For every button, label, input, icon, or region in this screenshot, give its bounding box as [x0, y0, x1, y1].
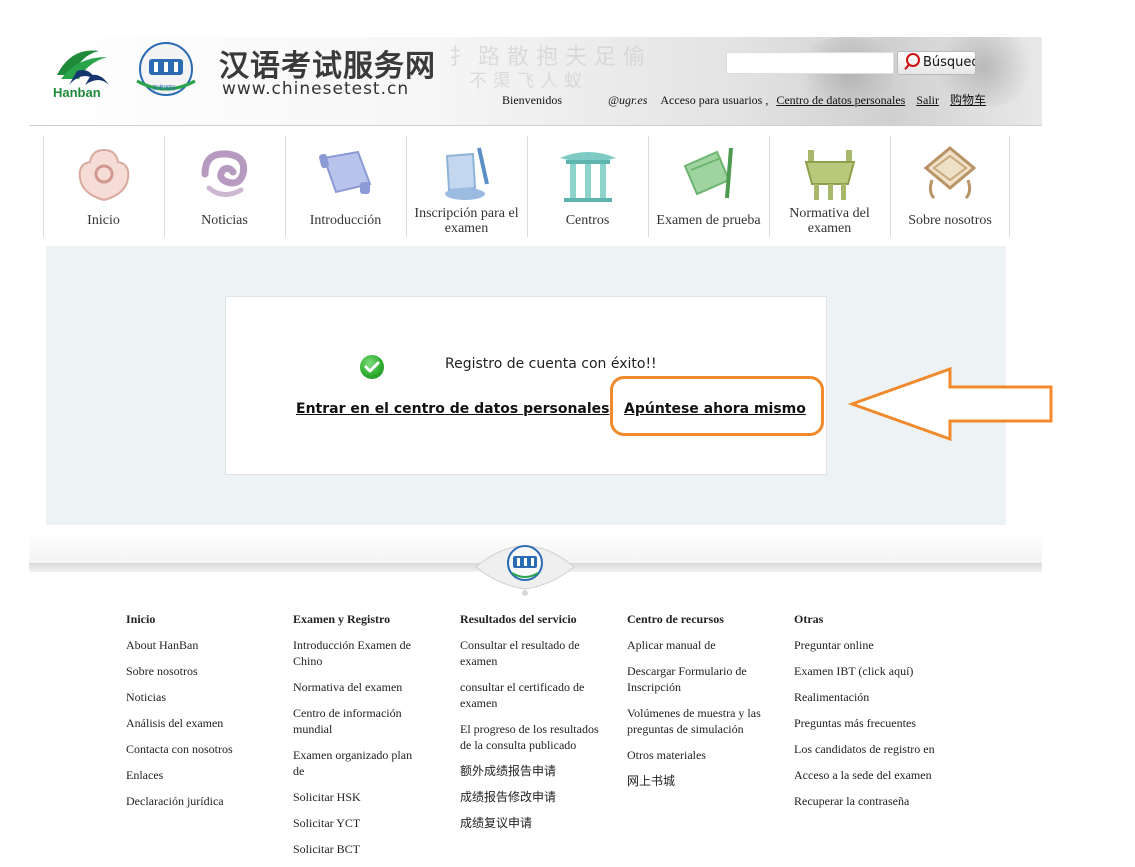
footer-link[interactable]: 成绩报告修改申请: [460, 789, 600, 805]
footer-link[interactable]: Declaración jurídica: [126, 793, 276, 809]
footer-link[interactable]: Análisis del examen: [126, 715, 276, 731]
success-message: Registro de cuenta con éxito!!: [445, 356, 657, 372]
user-bar: Bienvenidos @ugr.es Acceso para usuarios …: [502, 91, 986, 108]
footer-link[interactable]: Realimentación: [794, 689, 954, 705]
calligraphy-decoration-2: 不 渠 飞 人 蚁: [469, 71, 582, 92]
search-button-label: Búsqued: [923, 55, 976, 70]
footer-link[interactable]: consultar el certificado de examen: [460, 679, 600, 711]
footer-link[interactable]: Normativa del examen: [293, 679, 418, 695]
enter-personal-center-link[interactable]: Entrar en el centro de datos personales: [296, 401, 610, 417]
check-icon: [360, 355, 384, 379]
nav-label: Centros: [565, 213, 610, 228]
highlight-outline: [610, 376, 824, 436]
user-access-text: Acceso para usuarios ,: [660, 93, 769, 107]
footer-column-examen: Examen y Registro Introducción Examen de…: [293, 611, 418, 867]
footer-link[interactable]: Contacta con nosotros: [126, 741, 276, 757]
footer-link[interactable]: Sobre nosotros: [126, 663, 276, 679]
nav-item-inscripcion[interactable]: Inscripción para el examen: [406, 136, 526, 237]
nav-label: Inscripción para el examen: [414, 206, 519, 236]
footer-link[interactable]: 网上书城: [627, 773, 767, 789]
footer-link[interactable]: Consultar el resultado de examen: [460, 637, 600, 669]
nav-label: Noticias: [201, 213, 248, 228]
footer-link[interactable]: About HanBan: [126, 637, 276, 653]
footer-heading: Inicio: [126, 612, 156, 626]
bamboo-scroll-icon: [683, 147, 733, 199]
nav-item-introduccion[interactable]: Introducción: [285, 136, 405, 237]
chinese-testing-logo[interactable]: 汉考国际: [129, 41, 203, 101]
user-email: @ugr.es: [608, 93, 648, 107]
site-header: 扌 路 散 抱 夫 足 偷 不 渠 飞 人 蚁 Hanban 汉考国际 汉语考试…: [29, 37, 1042, 126]
footer-link[interactable]: Solicitar BCT: [293, 841, 418, 857]
footer-heading: Resultados del servicio: [460, 612, 577, 626]
footer-column-otras: Otras Preguntar online Examen IBT (click…: [794, 611, 954, 819]
logo-caption: 汉考国际: [152, 84, 176, 92]
footer-heading: Examen y Registro: [293, 612, 391, 626]
main-nav: Inicio Noticias Introducción Inscripción…: [43, 136, 1010, 237]
footer-link[interactable]: El progreso de los resultados de la cons…: [460, 721, 600, 753]
footer-link[interactable]: Aplicar manual de: [627, 637, 767, 653]
footer-link[interactable]: Solicitar YCT: [293, 815, 418, 831]
nav-item-inicio[interactable]: Inicio: [43, 136, 163, 237]
footer-link[interactable]: Solicitar HSK: [293, 789, 418, 805]
footer-column-resultados: Resultados del servicio Consultar el res…: [460, 611, 600, 841]
scroll-icon: [318, 150, 371, 194]
hanban-logo[interactable]: Hanban: [51, 45, 121, 101]
nav-label: Normativa del examen: [789, 206, 870, 236]
footer-link[interactable]: Volúmenes de muestra y las preguntas de …: [627, 705, 767, 737]
nav-item-normativa[interactable]: Normativa del examen: [769, 136, 889, 237]
footer-link[interactable]: Examen organizado plan de: [293, 747, 418, 779]
footer-link[interactable]: Los candidatos de registro en: [794, 741, 954, 757]
nav-label: Sobre nosotros: [908, 213, 992, 228]
footer-link[interactable]: Recuperar la contraseña: [794, 793, 954, 809]
welcome-text: Bienvenidos: [502, 93, 562, 107]
nav-item-examen-prueba[interactable]: Examen de prueba: [648, 136, 768, 237]
site-url: www.chinesetest.cn: [222, 79, 410, 99]
search-button[interactable]: Búsqued: [897, 51, 976, 75]
logout-link[interactable]: Salir: [916, 93, 939, 107]
nav-label: Introducción: [309, 213, 382, 228]
arrow-annotation: [848, 366, 1053, 442]
nav-item-noticias[interactable]: Noticias: [164, 136, 284, 237]
footer-link[interactable]: Enlaces: [126, 767, 276, 783]
footer-link[interactable]: Preguntar online: [794, 637, 954, 653]
brush-scroll-icon: [444, 147, 489, 200]
footer-heading: Centro de recursos: [627, 612, 724, 626]
footer-fan-logo: [475, 545, 575, 596]
footer-link[interactable]: Descargar Formulario de Inscripción: [627, 663, 767, 695]
footer-link[interactable]: Examen IBT (click aquí): [794, 663, 954, 679]
footer-column-recursos: Centro de recursos Aplicar manual de Des…: [627, 611, 767, 799]
footer-column-inicio: Inicio About HanBan Sobre nosotros Notic…: [126, 611, 276, 819]
pavilion-icon: [559, 152, 616, 202]
cloud-swirl-icon: [201, 150, 247, 197]
cart-link[interactable]: 购物车: [950, 93, 986, 107]
footer-link[interactable]: Preguntas más frecuentes: [794, 715, 954, 731]
nav-item-sobre-nosotros[interactable]: Sobre nosotros: [890, 136, 1010, 237]
footer-link[interactable]: Introducción Examen de Chino: [293, 637, 418, 669]
hanban-logo-text: Hanban: [53, 85, 101, 100]
footer-link[interactable]: Noticias: [126, 689, 276, 705]
footer-heading: Otras: [794, 612, 824, 626]
footer-link[interactable]: Otros materiales: [627, 747, 767, 763]
bronze-vessel-icon: [804, 150, 855, 200]
footer-link[interactable]: Acceso a la sede del examen: [794, 767, 954, 783]
footer-link[interactable]: 成绩复议申请: [460, 815, 600, 831]
footer-link[interactable]: 额外成绩报告申请: [460, 763, 600, 779]
lantern-icon: [923, 146, 977, 200]
search-icon: [906, 53, 920, 67]
nav-label: Examen de prueba: [656, 213, 761, 228]
ruyi-icon: [78, 148, 129, 202]
footer-link[interactable]: Centro de información mundial: [293, 705, 418, 737]
personal-center-link[interactable]: Centro de datos personales: [776, 93, 905, 107]
search-input[interactable]: [726, 52, 894, 74]
nav-item-centros[interactable]: Centros: [527, 136, 647, 237]
nav-label: Inicio: [87, 213, 120, 228]
